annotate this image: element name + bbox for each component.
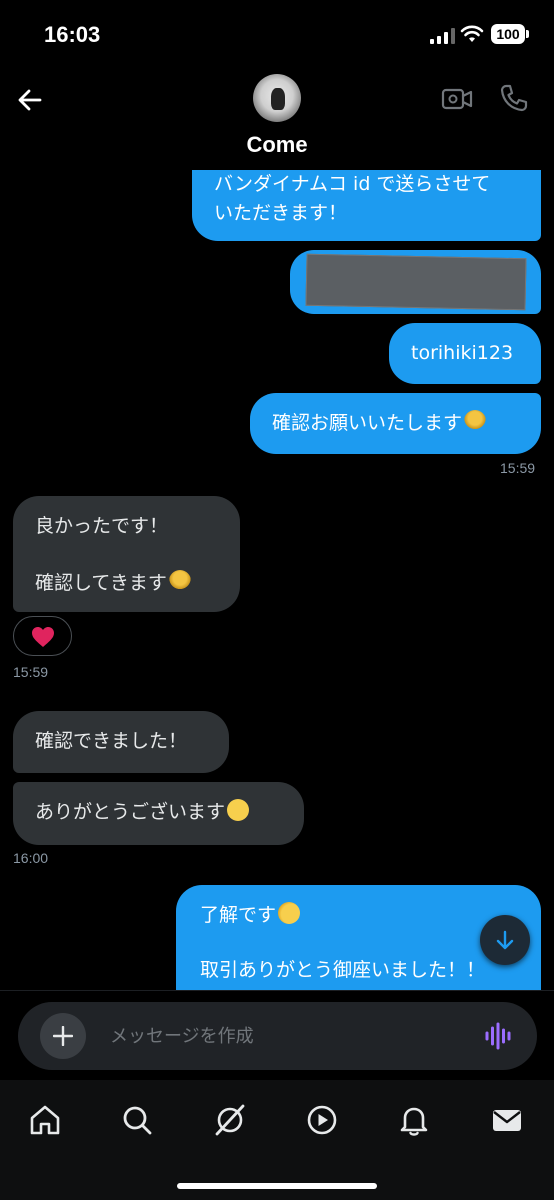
back-arrow-icon[interactable] [14, 84, 46, 116]
bowing-person-emoji-icon [168, 570, 191, 592]
status-time: 16:03 [44, 22, 101, 47]
wifi-icon [460, 25, 484, 42]
message-text: ありがとうございます [35, 801, 226, 823]
message-text: torihiki123 [411, 342, 514, 364]
smiling-face-with-tear-emoji-icon [227, 799, 250, 821]
conversation-header: Come [0, 70, 554, 170]
grok-icon[interactable] [212, 1102, 248, 1138]
add-attachment-button[interactable] [40, 1013, 86, 1059]
saluting-face-emoji-icon [278, 902, 301, 924]
message-line: バンダイナムコ id で送らさせて [214, 173, 491, 195]
bottom-tab-bar [0, 1080, 554, 1200]
message-timestamp: 16:00 [13, 850, 49, 866]
message-line: 良かったです！ [35, 515, 169, 537]
video-icon[interactable] [304, 1102, 340, 1138]
message-bubble-outgoing[interactable]: torihiki123 [389, 323, 541, 384]
message-text: 確認できました！ [35, 730, 188, 752]
message-line: 了解です [200, 904, 277, 926]
message-line: 確認してきます [35, 572, 167, 594]
message-bubble-image[interactable] [290, 250, 541, 314]
message-bubble-incoming[interactable]: 確認できました！ [13, 711, 229, 773]
composer-bar [0, 990, 554, 1081]
voice-message-icon[interactable] [484, 1022, 512, 1050]
bowing-person-emoji-icon [464, 410, 487, 432]
message-composer [18, 1002, 537, 1070]
message-timestamp: 15:59 [500, 460, 536, 476]
arrow-down-icon [496, 930, 514, 950]
message-bubble-outgoing[interactable]: バンダイナムコ id で送らさせて いただきます！ [192, 170, 541, 241]
message-input[interactable] [110, 1022, 450, 1050]
home-indicator [177, 1183, 377, 1189]
phone-call-icon[interactable] [498, 82, 530, 114]
message-list[interactable]: バンダイナムコ id で送らさせて いただきます！ torihiki123 確認… [0, 170, 554, 990]
message-bubble-incoming[interactable]: ありがとうございます [13, 782, 304, 845]
contact-name[interactable]: Come [0, 132, 554, 158]
message-bubble-incoming[interactable]: 良かったです！ 確認してきます [13, 496, 240, 612]
messages-icon[interactable] [489, 1102, 525, 1138]
heart-reaction-icon [32, 627, 54, 647]
message-timestamp: 15:59 [13, 664, 49, 680]
message-bubble-outgoing[interactable]: 確認お願いいたします [250, 393, 541, 454]
video-call-icon[interactable] [441, 86, 473, 112]
search-icon[interactable] [119, 1102, 155, 1138]
redacted-image [305, 253, 527, 311]
battery-icon: 100 [491, 24, 529, 44]
notifications-icon[interactable] [396, 1102, 432, 1138]
plus-icon [53, 1026, 73, 1046]
home-icon[interactable] [27, 1102, 63, 1138]
cellular-signal-icon [430, 28, 456, 44]
scroll-to-bottom-button[interactable] [480, 915, 530, 965]
reaction-badge[interactable] [13, 616, 72, 656]
message-text: 確認お願いいたします [272, 412, 463, 434]
status-bar: 16:03 100 [0, 0, 554, 70]
message-line: 取引ありがとう御座いました！！ [200, 959, 486, 981]
message-line: いただきます！ [214, 202, 348, 224]
contact-avatar[interactable] [253, 74, 301, 122]
